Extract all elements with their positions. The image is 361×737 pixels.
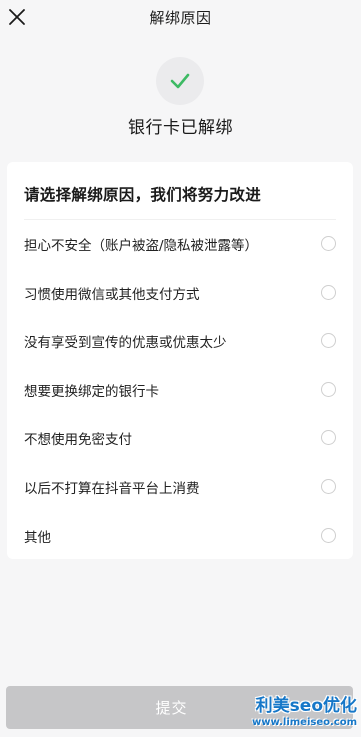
reason-label: 担心不安全（账户被盗/隐私被泄露等）: [24, 238, 259, 254]
reason-label: 其他: [24, 529, 51, 546]
reason-option[interactable]: 担心不安全（账户被盗/隐私被泄露等）: [7, 219, 353, 268]
reason-option[interactable]: 习惯使用微信或其他支付方式: [7, 268, 353, 317]
reason-list: 担心不安全（账户被盗/隐私被泄露等） 习惯使用微信或其他支付方式 没有享受到宣传…: [7, 219, 353, 559]
check-icon: [170, 73, 190, 89]
reason-option[interactable]: 以后不打算在抖音平台上消费: [7, 462, 353, 511]
radio-button[interactable]: [321, 381, 336, 397]
reason-option[interactable]: 不想使用免密支付: [7, 413, 353, 462]
page-title: 解绑原因: [149, 9, 212, 27]
reason-label: 以后不打算在抖音平台上消费: [24, 480, 200, 497]
radio-button[interactable]: [321, 236, 336, 251]
card-heading: 请选择解绑原因，我们将努力改进: [24, 186, 262, 204]
unbind-reason-page: 解绑原因 银行卡已解绑 请选择解绑原因，我们将努力改进 担心不安全（账户被盗/隐…: [0, 0, 361, 737]
success-badge: [156, 57, 204, 105]
radio-button[interactable]: [321, 527, 336, 543]
submit-button[interactable]: 提交: [6, 686, 353, 729]
radio-button[interactable]: [321, 430, 336, 446]
reason-label: 不想使用免密支付: [24, 432, 132, 449]
header-bar: 解绑原因: [0, 0, 361, 34]
reason-label: 想要更换绑定的银行卡: [24, 383, 159, 400]
radio-button[interactable]: [321, 333, 336, 349]
reason-option[interactable]: 其他: [7, 511, 353, 560]
radio-button[interactable]: [321, 478, 336, 494]
status-message: 银行卡已解绑: [128, 118, 233, 138]
reason-card: 请选择解绑原因，我们将努力改进 担心不安全（账户被盗/隐私被泄露等） 习惯使用微…: [7, 162, 353, 559]
reason-label: 习惯使用微信或其他支付方式: [24, 286, 200, 303]
radio-button[interactable]: [321, 284, 336, 300]
reason-label: 没有享受到宣传的优惠或优惠太少: [24, 335, 227, 352]
submit-label: 提交: [155, 699, 188, 717]
reason-option[interactable]: 想要更换绑定的银行卡: [7, 365, 353, 414]
reason-option[interactable]: 没有享受到宣传的优惠或优惠太少: [7, 316, 353, 365]
